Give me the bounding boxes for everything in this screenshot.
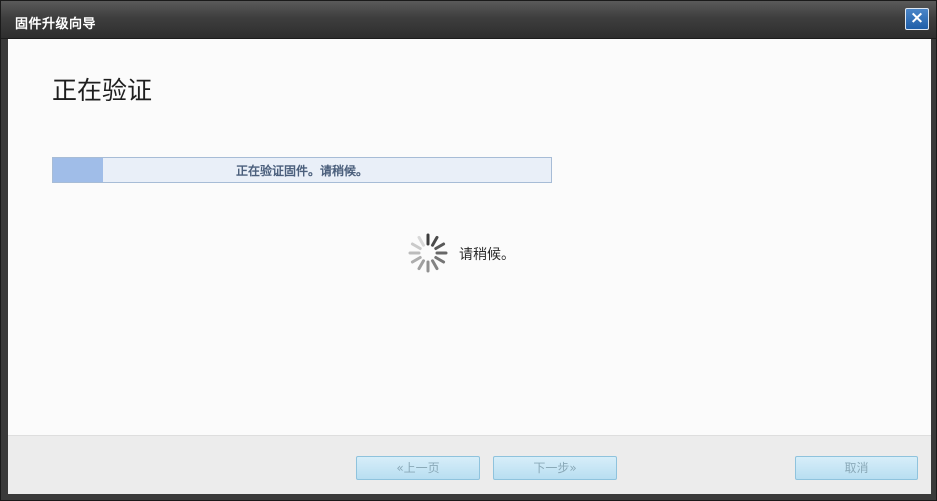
title-bar[interactable]: 固件升级向导 × <box>1 1 936 39</box>
close-icon: × <box>909 8 925 28</box>
cancel-button[interactable]: 取消 <box>795 456 918 480</box>
verification-progress-bar: 正在验证固件。请稍候。 <box>52 157 552 183</box>
spinner-spoke <box>431 235 439 247</box>
spinner-spoke <box>434 242 446 250</box>
firmware-upgrade-wizard-window: 固件升级向导 × 正在验证 正在验证固件。请稍候。 请稍候。 «上一页 下一步»… <box>0 0 937 501</box>
spinner-spoke <box>431 259 439 271</box>
page-title: 正在验证 <box>52 76 153 105</box>
spinner-spoke <box>417 259 425 271</box>
progress-label: 正在验证固件。请稍候。 <box>235 164 368 178</box>
wizard-content: 正在验证 正在验证固件。请稍候。 请稍候。 <box>8 39 931 435</box>
wizard-footer: «上一页 下一步» 取消 <box>8 435 931 494</box>
close-button[interactable]: × <box>905 8 929 30</box>
loading-spinner-icon <box>408 233 448 273</box>
wait-label: 请稍候。 <box>459 247 515 263</box>
back-button[interactable]: «上一页 <box>356 456 480 480</box>
window-title: 固件升级向导 <box>15 17 97 32</box>
spinner-spoke <box>417 235 425 247</box>
spinner-spoke <box>410 256 422 264</box>
spinner-spoke <box>434 256 446 264</box>
spinner-spoke <box>410 242 422 250</box>
next-button[interactable]: 下一步» <box>493 456 617 480</box>
